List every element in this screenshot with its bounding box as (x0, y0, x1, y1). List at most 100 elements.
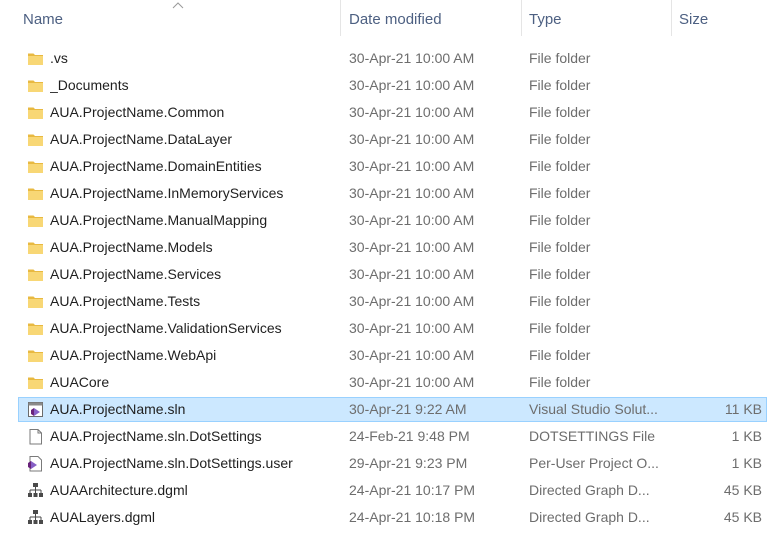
folder-icon (27, 212, 44, 229)
file-date-modified: 30-Apr-21 9:22 AM (349, 401, 467, 417)
column-divider[interactable] (521, 0, 522, 36)
file-date-modified: 30-Apr-21 10:00 AM (349, 320, 475, 336)
folder-icon (27, 50, 44, 67)
file-type: File folder (529, 266, 591, 282)
file-row[interactable]: AUA.ProjectName.ValidationServices 30-Apr… (0, 315, 776, 342)
file-name: AUA.ProjectName.Tests (50, 293, 201, 309)
file-date-modified: 30-Apr-21 10:00 AM (349, 212, 475, 228)
folder-icon (27, 293, 44, 310)
file-date-modified: 30-Apr-21 10:00 AM (349, 77, 475, 93)
file-name: AUA.ProjectName.Models (50, 239, 213, 255)
column-header-name[interactable]: Name (17, 0, 339, 40)
file-size (680, 45, 762, 72)
file-date-modified: 24-Apr-21 10:17 PM (349, 482, 476, 498)
file-row-selected[interactable]: AUA.ProjectName.sln 30-Apr-21 9:22 AM Visu… (0, 396, 776, 423)
file-type: DOTSETTINGS File (529, 428, 656, 444)
file-type: File folder (529, 374, 591, 390)
file-name: AUA.ProjectName.sln.DotSettings (50, 428, 262, 444)
file-name: AUACore (50, 374, 110, 390)
column-divider[interactable] (340, 0, 341, 36)
file-row[interactable]: AUA.ProjectName.InMemoryServices 30-Apr-2… (0, 180, 776, 207)
file-size (680, 234, 762, 261)
file-type: Visual Studio Solut... (529, 401, 658, 417)
file-name: AUA.ProjectName.ManualMapping (50, 212, 268, 228)
file-row[interactable]: AUA.ProjectName.Tests 30-Apr-21 10:00 AM F… (0, 288, 776, 315)
file-row[interactable]: AUALayers.dgml 24-Apr-21 10:18 PM Directed… (0, 504, 776, 531)
file-type: File folder (529, 104, 591, 120)
file-row[interactable]: AUA.ProjectName.sln.DotSettings 24-Feb-21… (0, 423, 776, 450)
file-row[interactable]: AUA.ProjectName.DataLayer 30-Apr-21 10:00… (0, 126, 776, 153)
file-name: AUA.ProjectName.Services (50, 266, 222, 282)
file-type: File folder (529, 185, 591, 201)
file-size (680, 153, 762, 180)
file-type: File folder (529, 131, 591, 147)
file-row[interactable]: AUA.ProjectName.Models 30-Apr-21 10:00 AM… (0, 234, 776, 261)
file-name: AUA.ProjectName.DomainEntities (50, 158, 262, 174)
file-name: AUA.ProjectName.ValidationServices (50, 320, 282, 336)
file-size (680, 261, 762, 288)
folder-icon (27, 239, 44, 256)
folder-icon (27, 131, 44, 148)
column-header-bar: Name Date modified Type Size (0, 0, 776, 40)
file-type: File folder (529, 50, 591, 66)
file-name: AUA.ProjectName.WebApi (50, 347, 217, 363)
file-name: .vs (50, 50, 68, 66)
file-date-modified: 24-Apr-21 10:18 PM (349, 509, 476, 525)
file-name: AUA.ProjectName.DataLayer (50, 131, 233, 147)
file-size (680, 207, 762, 234)
file-type: File folder (529, 293, 591, 309)
file-date-modified: 29-Apr-21 9:23 PM (349, 455, 468, 471)
file-name: AUAArchitecture.dgml (50, 482, 188, 498)
column-header-type[interactable]: Type (523, 0, 670, 40)
file-date-modified: 30-Apr-21 10:00 AM (349, 158, 475, 174)
visual-studio-user-file-icon (27, 455, 44, 472)
file-type: Per-User Project O... (529, 455, 659, 471)
folder-icon (27, 266, 44, 283)
file-row[interactable]: AUA.ProjectName.Services 30-Apr-21 10:00 … (0, 261, 776, 288)
file-type: File folder (529, 239, 591, 255)
file-type: File folder (529, 158, 591, 174)
file-date-modified: 30-Apr-21 10:00 AM (349, 374, 475, 390)
file-size (680, 369, 762, 396)
file-name: _Documents (50, 77, 129, 93)
file-row[interactable]: AUA.ProjectName.DomainEntities 30-Apr-21 … (0, 153, 776, 180)
folder-icon (27, 185, 44, 202)
file-list: .vs 30-Apr-21 10:00 AM File folder _Docume… (0, 45, 776, 531)
file-name: AUA.ProjectName.sln.DotSettings.user (50, 455, 293, 471)
folder-icon (27, 374, 44, 391)
column-header-date-modified[interactable]: Date modified (343, 0, 520, 40)
file-type: File folder (529, 212, 591, 228)
file-row[interactable]: .vs 30-Apr-21 10:00 AM File folder (0, 45, 776, 72)
file-row[interactable]: AUA.ProjectName.WebApi 30-Apr-21 10:00 AM… (0, 342, 776, 369)
file-date-modified: 24-Feb-21 9:48 PM (349, 428, 470, 444)
file-size (680, 99, 762, 126)
file-size: 45 KB (723, 482, 762, 498)
file-size: 45 KB (723, 509, 762, 525)
file-type: File folder (529, 320, 591, 336)
file-row[interactable]: AUAArchitecture.dgml 24-Apr-21 10:17 PM Di… (0, 477, 776, 504)
file-row[interactable]: AUA.ProjectName.sln.DotSettings.user 29-A… (0, 450, 776, 477)
file-row[interactable]: AUACore 30-Apr-21 10:00 AM File folder (0, 369, 776, 396)
file-date-modified: 30-Apr-21 10:00 AM (349, 131, 475, 147)
file-name: AUALayers.dgml (50, 509, 156, 525)
file-size: 1 KB (731, 428, 762, 444)
file-size: 1 KB (731, 455, 762, 471)
column-header-size[interactable]: Size (673, 0, 773, 40)
blank-file-icon (27, 428, 44, 445)
file-date-modified: 30-Apr-21 10:00 AM (349, 104, 475, 120)
file-type: File folder (529, 77, 591, 93)
directed-graph-icon (27, 482, 44, 499)
file-type: File folder (529, 347, 591, 363)
file-size (680, 288, 762, 315)
file-date-modified: 30-Apr-21 10:00 AM (349, 266, 475, 282)
file-row[interactable]: AUA.ProjectName.ManualMapping 30-Apr-21 1… (0, 207, 776, 234)
file-row[interactable]: _Documents 30-Apr-21 10:00 AM File folder (0, 72, 776, 99)
folder-icon (27, 347, 44, 364)
file-size (680, 126, 762, 153)
file-type: Directed Graph D... (529, 509, 650, 525)
file-date-modified: 30-Apr-21 10:00 AM (349, 347, 475, 363)
column-divider[interactable] (671, 0, 672, 36)
file-row[interactable]: AUA.ProjectName.Common 30-Apr-21 10:00 AM… (0, 99, 776, 126)
file-date-modified: 30-Apr-21 10:00 AM (349, 50, 475, 66)
directed-graph-icon (27, 509, 44, 526)
